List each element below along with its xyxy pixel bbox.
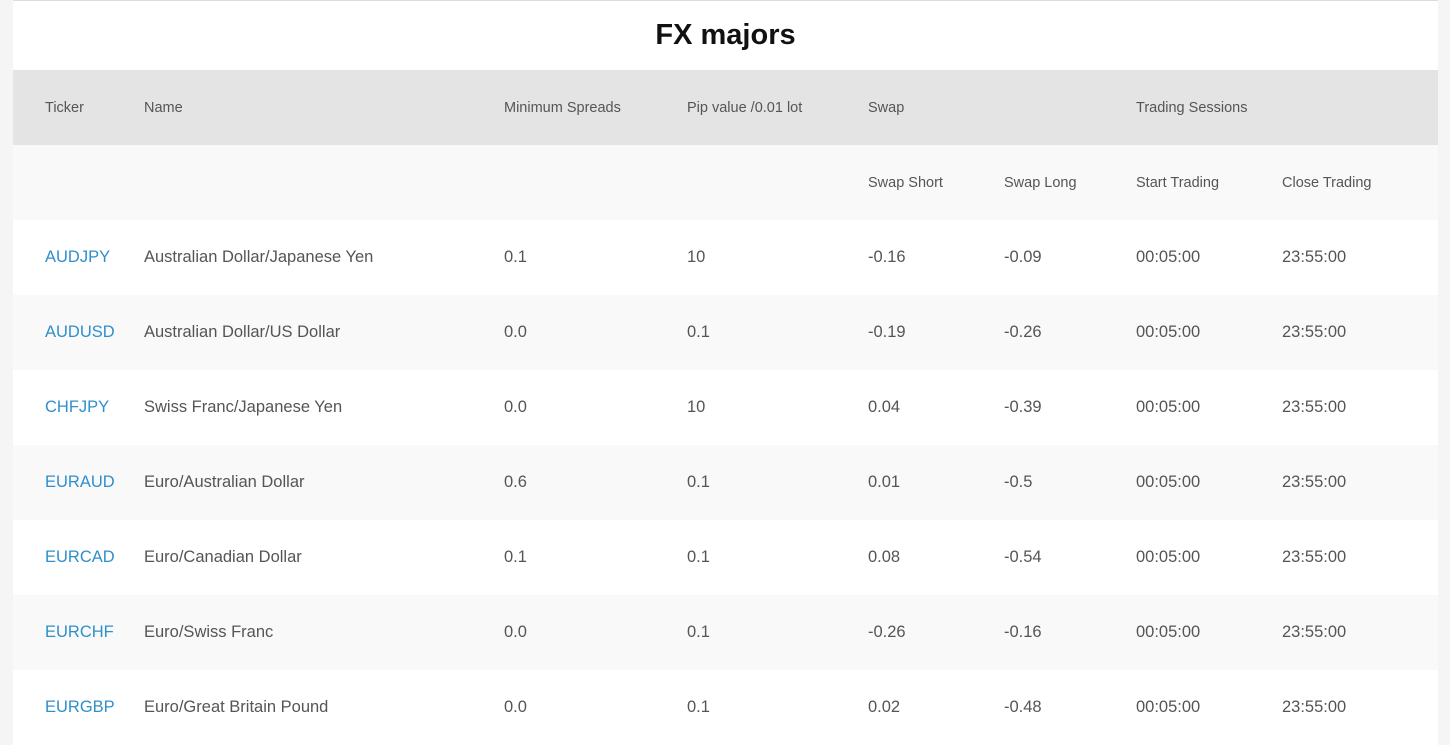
cell-ticker: EURAUD <box>13 445 144 520</box>
table-row: EURCHF Euro/Swiss Franc 0.0 0.1 -0.26 -0… <box>13 595 1438 670</box>
table-body: AUDJPY Australian Dollar/Japanese Yen 0.… <box>13 220 1438 745</box>
subheader-empty <box>504 145 687 220</box>
table-row: EURCAD Euro/Canadian Dollar 0.1 0.1 0.08… <box>13 520 1438 595</box>
cell-close-trading: 23:55:00 <box>1282 473 1347 491</box>
cell-minimum-spread: 0.0 <box>504 323 527 341</box>
ticker-link[interactable]: AUDJPY <box>45 248 110 266</box>
table-row: CHFJPY Swiss Franc/Japanese Yen 0.0 10 0… <box>13 370 1438 445</box>
header-name: Name <box>144 99 183 116</box>
cell-swap-long: -0.09 <box>1004 248 1042 266</box>
cell-pip-value: 0.1 <box>687 323 710 341</box>
fx-majors-table: Ticker Name Minimum Spreads Pip value /0… <box>13 70 1438 745</box>
cell-close-trading: 23:55:00 <box>1282 698 1347 716</box>
cell-swap-long: -0.39 <box>1004 398 1042 416</box>
cell-start-trading: 00:05:00 <box>1136 398 1201 416</box>
subheader-empty <box>144 145 504 220</box>
cell-close-trading: 23:55:00 <box>1282 623 1347 641</box>
cell-swap-short: -0.19 <box>868 323 906 341</box>
cell-pip-value: 0.1 <box>687 473 710 491</box>
cell-minimum-spread: 0.0 <box>504 398 527 416</box>
ticker-link[interactable]: AUDUSD <box>45 323 115 341</box>
ticker-link[interactable]: EURCAD <box>45 548 115 566</box>
header-minimum-spreads: Minimum Spreads <box>504 99 621 116</box>
cell-swap-long: -0.48 <box>1004 698 1042 716</box>
fx-majors-card: FX majors Ticker Name Minimum Spreads Pi… <box>13 1 1438 745</box>
table-row: EURAUD Euro/Australian Dollar 0.6 0.1 0.… <box>13 445 1438 520</box>
cell-ticker: EURCHF <box>13 595 144 670</box>
cell-start-trading: 00:05:00 <box>1136 548 1201 566</box>
table-row: AUDUSD Australian Dollar/US Dollar 0.0 0… <box>13 295 1438 370</box>
cell-close-trading: 23:55:00 <box>1282 398 1347 416</box>
cell-swap-short: 0.08 <box>868 548 901 566</box>
cell-close-trading: 23:55:00 <box>1282 323 1347 341</box>
cell-swap-long: -0.16 <box>1004 623 1042 641</box>
cell-start-trading: 00:05:00 <box>1136 323 1201 341</box>
header-trading-sessions: Trading Sessions <box>1136 99 1248 116</box>
cell-name: Euro/Australian Dollar <box>144 473 305 491</box>
cell-close-trading: 23:55:00 <box>1282 248 1347 266</box>
cell-ticker: CHFJPY <box>13 370 144 445</box>
cell-swap-long: -0.26 <box>1004 323 1042 341</box>
cell-name: Euro/Canadian Dollar <box>144 548 302 566</box>
cell-ticker: AUDJPY <box>13 220 144 295</box>
cell-start-trading: 00:05:00 <box>1136 623 1201 641</box>
header-ticker: Ticker <box>45 99 84 116</box>
ticker-link[interactable]: CHFJPY <box>45 398 109 416</box>
subheader-swap-short: Swap Short <box>868 174 943 191</box>
cell-swap-short: 0.02 <box>868 698 901 716</box>
subheader-empty <box>13 145 144 220</box>
ticker-link[interactable]: EURAUD <box>45 473 115 491</box>
cell-start-trading: 00:05:00 <box>1136 698 1201 716</box>
cell-minimum-spread: 0.0 <box>504 698 527 716</box>
cell-ticker: EURGBP <box>13 670 144 745</box>
subheader-swap-long: Swap Long <box>1004 174 1077 191</box>
cell-pip-value: 0.1 <box>687 698 710 716</box>
cell-ticker: EURCAD <box>13 520 144 595</box>
table-header: Ticker Name Minimum Spreads Pip value /0… <box>13 70 1438 220</box>
cell-pip-value: 10 <box>687 248 706 266</box>
subheader-close-trading: Close Trading <box>1282 174 1372 191</box>
cell-minimum-spread: 0.1 <box>504 548 527 566</box>
cell-name: Australian Dollar/Japanese Yen <box>144 248 374 266</box>
cell-pip-value: 0.1 <box>687 623 710 641</box>
cell-name: Swiss Franc/Japanese Yen <box>144 398 343 416</box>
cell-name: Australian Dollar/US Dollar <box>144 323 341 341</box>
ticker-link[interactable]: EURCHF <box>45 623 114 641</box>
cell-close-trading: 23:55:00 <box>1282 548 1347 566</box>
cell-swap-long: -0.5 <box>1004 473 1033 491</box>
subheader-start-trading: Start Trading <box>1136 174 1220 191</box>
cell-ticker: AUDUSD <box>13 295 144 370</box>
subheader-empty <box>687 145 868 220</box>
cell-swap-short: 0.04 <box>868 398 901 416</box>
cell-start-trading: 00:05:00 <box>1136 248 1201 266</box>
cell-minimum-spread: 0.6 <box>504 473 527 491</box>
cell-swap-short: -0.26 <box>868 623 906 641</box>
cell-swap-short: -0.16 <box>868 248 906 266</box>
cell-minimum-spread: 0.1 <box>504 248 527 266</box>
cell-name: Euro/Great Britain Pound <box>144 698 329 716</box>
cell-pip-value: 10 <box>687 398 706 416</box>
cell-name: Euro/Swiss Franc <box>144 623 274 641</box>
cell-swap-short: 0.01 <box>868 473 901 491</box>
header-swap: Swap <box>868 99 905 116</box>
cell-minimum-spread: 0.0 <box>504 623 527 641</box>
header-pip-value: Pip value /0.01 lot <box>687 99 803 116</box>
header-row: Ticker Name Minimum Spreads Pip value /0… <box>13 70 1438 145</box>
subheader-row: Swap Short Swap Long Start Trading Close… <box>13 145 1438 220</box>
cell-swap-long: -0.54 <box>1004 548 1042 566</box>
cell-start-trading: 00:05:00 <box>1136 473 1201 491</box>
ticker-link[interactable]: EURGBP <box>45 698 115 716</box>
table-row: AUDJPY Australian Dollar/Japanese Yen 0.… <box>13 220 1438 295</box>
table-row: EURGBP Euro/Great Britain Pound 0.0 0.1 … <box>13 670 1438 745</box>
cell-pip-value: 0.1 <box>687 548 710 566</box>
page-title: FX majors <box>655 19 796 51</box>
